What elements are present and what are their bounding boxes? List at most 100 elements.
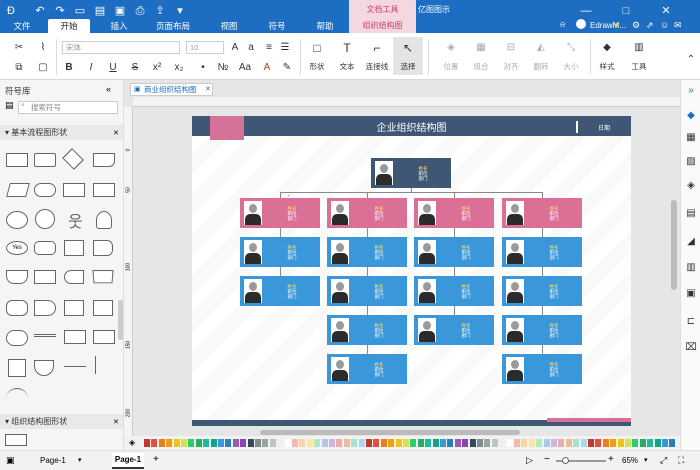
rounded-rect-shape[interactable] (34, 153, 56, 167)
arrow-line-shape[interactable] (64, 366, 86, 367)
line-spacing-icon[interactable]: ☰ (278, 41, 292, 55)
italic-icon[interactable]: I (84, 61, 98, 75)
paste-icon[interactable]: ▢ (36, 61, 50, 75)
color-swatch[interactable] (151, 439, 158, 447)
color-swatch[interactable] (625, 439, 631, 447)
color-swatch[interactable] (514, 439, 520, 447)
more-dropdown-icon[interactable]: ▾ (174, 5, 186, 17)
fill-icon[interactable]: ◆ (685, 110, 697, 122)
color-swatch[interactable] (232, 439, 239, 447)
org-card[interactable]: 姓名 职位 部门 (414, 315, 494, 345)
database-shape[interactable] (34, 241, 56, 255)
multi-document-shape[interactable] (6, 270, 28, 284)
color-swatch[interactable] (454, 439, 461, 447)
color-swatch[interactable] (647, 439, 654, 447)
color-swatch[interactable] (632, 439, 639, 447)
flip-icon[interactable]: ◭ (534, 41, 548, 55)
numbered-list-icon[interactable]: № (216, 61, 230, 75)
color-swatch[interactable] (188, 439, 195, 447)
color-swatch[interactable] (477, 439, 483, 447)
color-swatch[interactable] (602, 439, 609, 447)
tab-page-layout[interactable]: 页面布局 (148, 19, 198, 33)
predefined-process-shape[interactable] (63, 183, 85, 197)
style-icon[interactable]: ◆ (600, 41, 614, 55)
canvas-vertical-scrollbar[interactable] (671, 200, 677, 290)
org-card[interactable]: 姓名 职位 部门 (240, 198, 320, 228)
copy-icon[interactable]: ⧉ (12, 61, 26, 75)
color-swatch[interactable] (262, 439, 269, 447)
collate-shape[interactable] (64, 330, 86, 344)
avatar[interactable] (576, 19, 586, 29)
document-tab[interactable]: 商业组织结构图 ▣ ✕ (130, 83, 213, 96)
tape-shape[interactable] (64, 300, 84, 316)
maximize-icon[interactable]: □ (620, 5, 632, 17)
page-title[interactable]: 企业组织结构图 (192, 119, 631, 134)
zoom-dropdown-icon[interactable]: ▾ (644, 456, 648, 464)
user-name[interactable]: EdrawM... (590, 21, 626, 30)
double-line-shape[interactable] (34, 334, 56, 337)
close-icon[interactable]: ✕ (660, 5, 672, 17)
tab-help[interactable]: 帮助 (308, 19, 342, 33)
position-label[interactable]: 位置 (436, 61, 466, 72)
square-shape[interactable] (8, 359, 26, 377)
color-swatch[interactable] (247, 439, 254, 447)
document-shape[interactable] (93, 153, 115, 167)
group-icon[interactable]: ▦ (474, 41, 488, 55)
text-tool-icon[interactable]: T (340, 41, 354, 55)
delay-shape[interactable] (93, 240, 113, 256)
collapse-ribbon-icon[interactable]: ⌃ (684, 53, 698, 67)
color-swatch[interactable] (580, 439, 587, 447)
hexagon-shape[interactable] (6, 330, 28, 346)
color-swatch[interactable] (292, 439, 298, 447)
org-card[interactable]: 姓名 职位 部门 (502, 315, 582, 345)
zoom-out-button[interactable]: − (544, 454, 550, 465)
superscript-icon[interactable]: x² (150, 61, 164, 75)
color-swatch[interactable] (225, 439, 232, 447)
connector-tool-label[interactable]: 连接线 (362, 61, 392, 72)
feedback-icon[interactable]: ☺ (660, 20, 669, 30)
align-icon[interactable]: ≡ (262, 41, 276, 55)
org-card[interactable]: 姓名 职位 部门 (327, 315, 407, 345)
color-swatch[interactable] (417, 439, 424, 447)
color-swatch[interactable] (277, 439, 284, 447)
settings-icon[interactable]: ⚙ (632, 20, 640, 31)
actor-shape[interactable]: 웃 (68, 208, 83, 232)
color-swatch[interactable] (255, 439, 261, 447)
page-layout-icon[interactable]: ▣ (6, 455, 15, 466)
color-swatch[interactable] (440, 439, 446, 447)
color-swatch[interactable] (558, 439, 565, 447)
page-selector[interactable]: Page-1 (40, 456, 66, 465)
color-swatch[interactable] (203, 439, 210, 447)
tab-view[interactable]: 视图 (212, 19, 246, 33)
tools-label[interactable]: 工具 (624, 61, 654, 72)
process-shape[interactable] (6, 153, 28, 167)
flip-label[interactable]: 翻转 (526, 61, 556, 72)
data-shape[interactable] (6, 183, 30, 197)
color-swatch[interactable] (380, 439, 387, 447)
color-swatch[interactable] (336, 439, 343, 447)
color-swatch[interactable] (410, 439, 417, 447)
zoom-slider-handle[interactable] (562, 457, 569, 464)
color-swatch[interactable] (158, 439, 165, 447)
section-basic-flowchart[interactable]: ▾ 基本流程图形状 (0, 125, 123, 140)
fill-bucket-icon[interactable]: ◈ (129, 438, 135, 447)
ellipse-shape[interactable] (6, 211, 28, 229)
terminator-shape[interactable] (34, 183, 56, 197)
connector-tool-icon[interactable]: ⌐ (370, 41, 384, 55)
color-swatch[interactable] (573, 439, 580, 447)
font-size-select[interactable]: 10 (186, 41, 224, 54)
color-swatch[interactable] (521, 439, 528, 447)
color-swatch[interactable] (528, 439, 535, 447)
manual-operation-shape[interactable] (92, 270, 114, 284)
text-case-icon[interactable]: Aa (238, 61, 252, 75)
off-page-connector-shape[interactable] (34, 360, 54, 376)
color-swatch[interactable] (210, 439, 217, 447)
shape-tool-label[interactable]: 形状 (302, 61, 332, 72)
paper-tape-shape[interactable] (93, 300, 113, 316)
increase-font-icon[interactable]: A (228, 41, 242, 55)
highlight-icon[interactable]: ✎ (280, 61, 294, 75)
color-swatch[interactable] (314, 439, 321, 447)
preparation-shape[interactable] (6, 300, 28, 316)
underline-icon[interactable]: U (106, 61, 120, 75)
color-swatch[interactable] (306, 439, 313, 447)
